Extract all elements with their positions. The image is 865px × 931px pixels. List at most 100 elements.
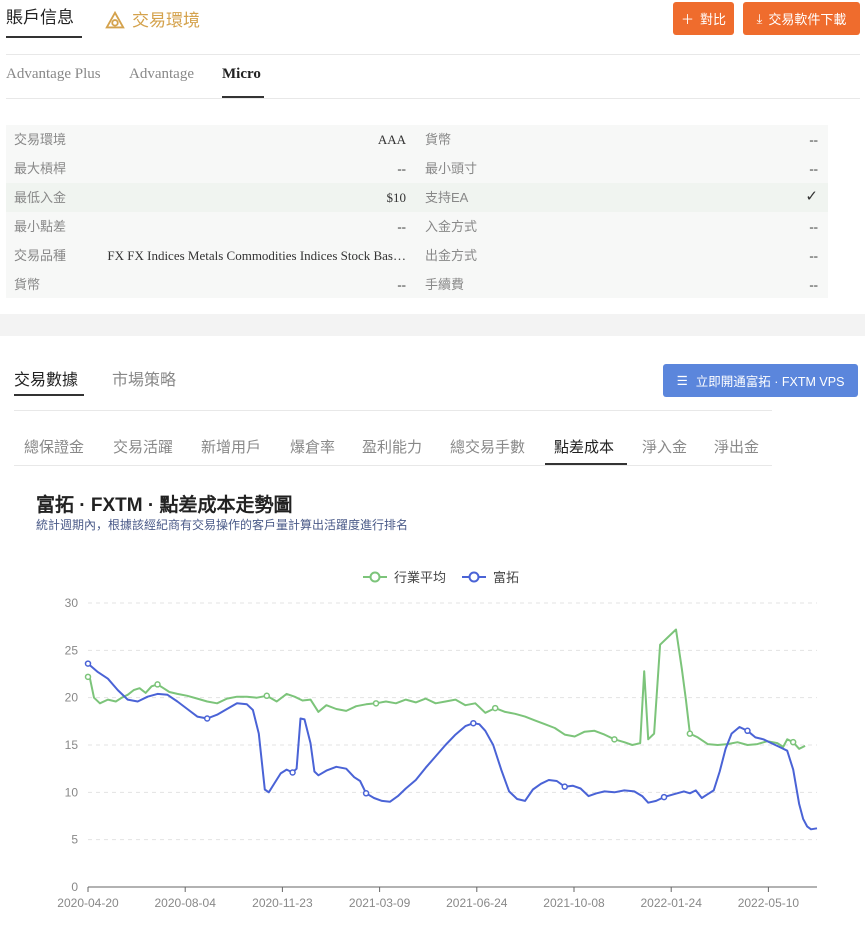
info-row: 最小點差 -- 入金方式 -- bbox=[6, 212, 828, 241]
info-row: 最大槓桿 -- 最小頭寸 -- bbox=[6, 154, 828, 183]
data-point bbox=[84, 660, 92, 667]
info-key: 交易環境 bbox=[14, 132, 67, 147]
info-key: 最小頭寸 bbox=[425, 161, 478, 176]
x-tick-label: 2022-05-10 bbox=[738, 896, 800, 910]
info-value: -- bbox=[809, 132, 818, 147]
info-row: 貨幣 -- 手續費 -- bbox=[6, 270, 828, 299]
data-point bbox=[789, 738, 797, 746]
info-key: 最低入金 bbox=[14, 190, 67, 205]
divider bbox=[6, 98, 860, 99]
tab-env-label: 交易環境 bbox=[132, 11, 200, 30]
broker-line bbox=[87, 662, 818, 831]
plus-icon: ＋ bbox=[680, 12, 694, 27]
info-key: 最大槓桿 bbox=[14, 161, 67, 176]
y-tick-label: 10 bbox=[65, 785, 79, 799]
info-value: $10 bbox=[386, 190, 407, 205]
info-key: 支持EA bbox=[425, 190, 469, 205]
chart-title: 富拓 · FXTM · 點差成本走勢圖 bbox=[36, 495, 293, 516]
data-point bbox=[611, 736, 618, 743]
divider bbox=[6, 54, 860, 55]
chart-subtitle: 統計週期內，根據該經紀商有交易操作的客戶量計算出活躍度進行排名 bbox=[36, 518, 409, 532]
info-key: 交易品種 bbox=[14, 248, 67, 263]
data-point bbox=[289, 769, 296, 776]
info-row: 交易環境 AAA 貨幣 -- bbox=[6, 125, 828, 154]
section-separator bbox=[0, 314, 865, 336]
info-value: -- bbox=[397, 161, 406, 176]
tab-net-withdrawal[interactable]: 淨出金 bbox=[714, 436, 759, 457]
data-point bbox=[744, 727, 751, 735]
x-tick-label: 2021-03-09 bbox=[349, 896, 411, 910]
data-point bbox=[491, 704, 499, 712]
triangle-logo-icon bbox=[105, 10, 125, 29]
info-value: -- bbox=[809, 248, 818, 263]
legend-marker bbox=[369, 571, 381, 583]
x-tick-label: 2021-10-08 bbox=[543, 896, 605, 910]
x-tick-label: 2021-06-24 bbox=[446, 896, 508, 910]
compare-button[interactable]: ＋ 對比 bbox=[673, 2, 734, 35]
active-tab-indicator bbox=[14, 394, 84, 396]
y-tick-label: 15 bbox=[65, 738, 79, 752]
info-value: -- bbox=[809, 219, 818, 234]
info-row: 交易品種 FX FX Indices Metals Commodities In… bbox=[6, 241, 828, 270]
tab-trading-environment[interactable]: 交易環境 bbox=[104, 4, 200, 38]
tab-profitability[interactable]: 盈利能力 bbox=[362, 436, 422, 457]
y-tick-label: 0 bbox=[71, 880, 78, 894]
x-tick-label: 2022-01-24 bbox=[641, 896, 703, 910]
tab-trading-data[interactable]: 交易數據 bbox=[14, 366, 78, 390]
info-value: FX FX Indices Metals Commodities Indices… bbox=[107, 248, 406, 263]
vps-label: 立即開通富拓 · FXTM VPS bbox=[695, 375, 845, 389]
data-point bbox=[561, 783, 568, 790]
data-point bbox=[203, 715, 211, 722]
divider bbox=[14, 465, 772, 466]
data-point bbox=[686, 730, 694, 737]
data-point bbox=[84, 673, 92, 681]
info-value: -- bbox=[397, 219, 406, 234]
info-key: 入金方式 bbox=[425, 219, 478, 234]
tab-advantage-plus[interactable]: Advantage Plus bbox=[6, 66, 101, 83]
tab-net-deposit[interactable]: 淨入金 bbox=[642, 436, 687, 457]
info-key: 出金方式 bbox=[425, 248, 478, 263]
download-icon: ⤓ bbox=[756, 10, 763, 26]
info-row: 最低入金 $10 支持EA ✓ bbox=[6, 183, 828, 212]
account-info-table: 交易環境 AAA 貨幣 -- 最大槓桿 -- 最小頭寸 -- 最低入金 $10 … bbox=[6, 125, 828, 298]
data-point bbox=[263, 692, 271, 700]
info-key: 貨幣 bbox=[14, 277, 41, 292]
data-point bbox=[372, 700, 380, 707]
y-tick-label: 5 bbox=[71, 833, 78, 847]
data-point bbox=[660, 793, 668, 801]
y-tick-label: 25 bbox=[65, 643, 79, 657]
tab-spread-cost[interactable]: 點差成本 bbox=[554, 436, 614, 457]
tab-account-info[interactable]: 賬戶信息 bbox=[6, 4, 82, 38]
tab-market-strategy[interactable]: 市場策略 bbox=[112, 366, 176, 390]
info-key: 貨幣 bbox=[425, 132, 452, 147]
tab-micro[interactable]: Micro bbox=[222, 66, 261, 83]
legend-marker bbox=[468, 571, 480, 583]
industry-average-line bbox=[87, 628, 806, 750]
tab-advantage[interactable]: Advantage bbox=[129, 66, 194, 83]
info-key: 最小點差 bbox=[14, 219, 67, 234]
data-point bbox=[154, 681, 161, 688]
x-tick-label: 2020-11-23 bbox=[252, 896, 313, 910]
y-tick-label: 30 bbox=[65, 596, 79, 610]
info-value: AAA bbox=[377, 132, 406, 147]
info-value: -- bbox=[809, 161, 818, 176]
data-point bbox=[470, 719, 477, 727]
divider bbox=[14, 410, 772, 411]
info-key: 手續費 bbox=[425, 277, 465, 292]
tab-total-lots[interactable]: 總交易手數 bbox=[450, 436, 525, 457]
server-icon: ☰ bbox=[676, 374, 688, 388]
tab-trading-activity[interactable]: 交易活躍 bbox=[113, 436, 173, 457]
open-vps-button[interactable]: ☰ 立即開通富拓 · FXTM VPS bbox=[663, 364, 858, 397]
check-icon: ✓ bbox=[805, 189, 818, 205]
tab-total-margin[interactable]: 總保證金 bbox=[24, 436, 84, 457]
tab-new-users[interactable]: 新增用戶 bbox=[201, 436, 261, 457]
info-value: -- bbox=[809, 277, 818, 292]
compare-label: 對比 bbox=[700, 12, 727, 27]
legend-label: 行業平均 bbox=[394, 570, 446, 585]
download-label: 交易軟件下載 bbox=[768, 12, 847, 27]
x-tick-label: 2020-04-20 bbox=[57, 896, 119, 910]
download-software-button[interactable]: ⤓ 交易軟件下載 bbox=[743, 2, 860, 35]
y-tick-label: 20 bbox=[65, 691, 79, 705]
data-point bbox=[362, 790, 370, 797]
tab-liquidation-rate[interactable]: 爆倉率 bbox=[290, 436, 335, 457]
